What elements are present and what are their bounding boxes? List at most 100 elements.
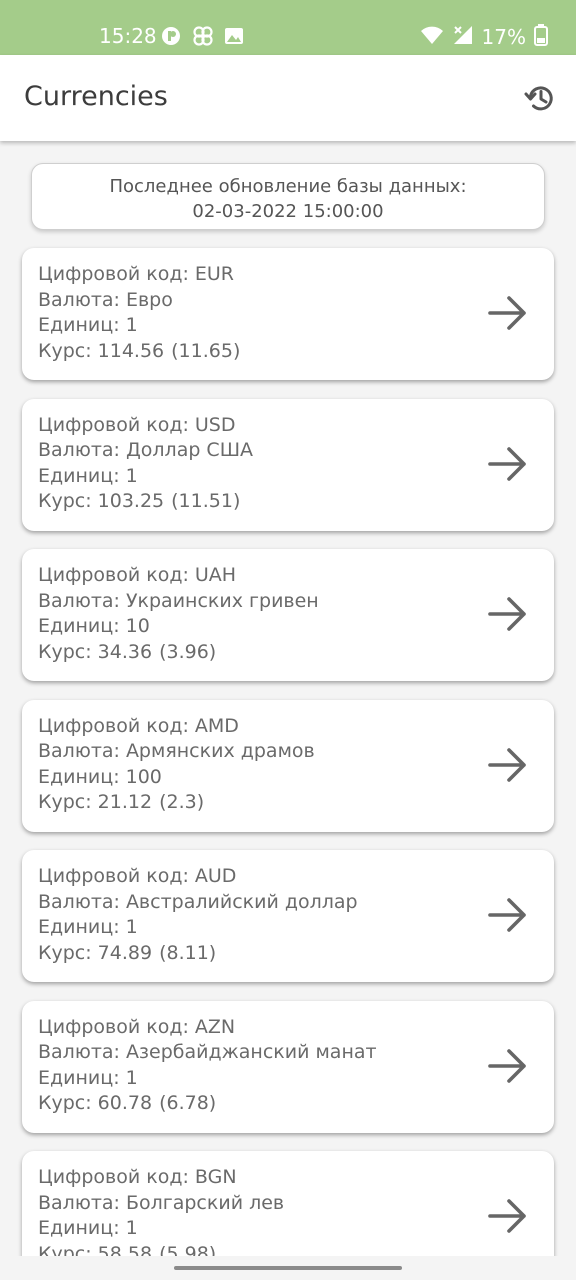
currency-list-container[interactable]: Последнее обновление базы данных: 02-03-… [0,141,576,1256]
currency-card[interactable]: Цифровой код: USD Валюта: Доллар США Единиц:… [22,398,554,531]
currency-name: Евро [125,288,173,311]
currency-card[interactable]: Цифровой код: AUD Валюта: Австралийский дол… [22,850,554,982]
field-label: Цифровой код: [38,714,189,737]
code-line: Цифровой код: AZN [38,1015,554,1041]
currency-units: 10 [125,615,150,637]
field-label: Единиц: [38,916,120,938]
currency-rate-change: (5.98) [159,1242,217,1257]
rate-line: Курс: 114.56 (11.65) [38,339,554,365]
currency-code: UAH [194,564,237,586]
arrow-right-icon[interactable] [486,1044,530,1088]
name-line: Валюта: Доллар США [38,438,554,464]
field-label: Единиц: [38,314,120,336]
currency-units: 1 [125,1217,138,1239]
currency-rate-change: (3.96) [159,640,217,663]
currency-code: AMD [194,714,239,737]
currency-code: EUR [194,263,235,285]
name-line: Валюта: Евро [38,288,554,314]
units-line: Единиц: 100 [38,765,554,791]
page-title: Currencies [24,81,168,112]
units-line: Единиц: 1 [38,915,554,941]
app-notification-icon [160,25,182,51]
arrow-right-icon[interactable] [486,743,530,787]
field-label: Валюта: [38,439,120,461]
rate-line: Курс: 103.25 (11.51) [38,489,554,515]
currency-code: AUD [194,865,237,887]
last-update-box: Последнее обновление базы данных: 02-03-… [31,163,545,230]
field-label: Курс: [38,791,92,813]
arrow-right-icon[interactable] [486,893,530,937]
field-label: Цифровой код: [38,263,189,285]
image-icon [224,26,244,50]
currency-rate-change: (11.51) [171,490,241,512]
field-label: Единиц: [38,464,120,487]
currency-units: 100 [125,765,162,788]
status-time: 15:28 [99,24,157,48]
rate-line: Курс: 60.78 (6.78) [38,1091,554,1117]
currency-card[interactable]: Цифровой код: AZN Валюта: Азербайджанский м… [22,1000,554,1133]
field-label: Валюта: [38,1191,120,1214]
currency-code: AZN [194,1015,236,1038]
rate-line: Курс: 21.12 (2.3) [38,790,554,816]
rate-line: Курс: 74.89 (8.11) [38,941,554,967]
code-line: Цифровой код: EUR [38,262,554,288]
battery-icon [534,24,548,50]
field-label: Курс: [38,1092,92,1114]
field-label: Единиц: [38,1066,120,1089]
currency-name: Азербайджанский манат [125,1041,377,1063]
system-icons: 17% [420,24,548,50]
currency-units: 1 [125,464,138,487]
name-line: Валюта: Болгарский лев [38,1191,554,1217]
currency-rate-change: (11.65) [171,339,241,362]
code-line: Цифровой код: AUD [38,864,554,890]
units-line: Единиц: 1 [38,464,554,490]
currency-name: Армянских драмов [125,740,315,762]
code-line: Цифровой код: USD [38,413,554,439]
currency-rate: 21.12 [97,791,153,813]
arrow-right-icon[interactable] [486,442,530,486]
field-label: Курс: [38,490,92,512]
currency-rate-change: (8.11) [159,941,217,964]
currency-rate: 58.58 [97,1242,153,1257]
field-label: Курс: [38,941,92,964]
currency-name: Австралийский доллар [125,890,358,913]
currency-card[interactable]: Цифровой код: EUR Валюта: Евро Единиц: 1 Курс:… [22,248,554,380]
last-update-datetime: 02-03-2022 15:00:00 [192,201,384,222]
last-update-label: Последнее обновление базы данных: [109,176,467,197]
pinwheel-icon [192,25,214,51]
units-line: Единиц: 1 [38,313,554,339]
currency-code: BGN [194,1166,237,1188]
code-line: Цифровой код: BGN [38,1165,554,1191]
history-button[interactable] [524,82,556,114]
arrow-right-icon[interactable] [486,1194,530,1238]
field-label: Курс: [38,1242,92,1257]
units-line: Единиц: 1 [38,1066,554,1092]
currency-card[interactable]: Цифровой код: BGN Валюта: Болгарский лев Еди… [22,1151,554,1256]
currency-name: Болгарский лев [125,1191,285,1214]
field-label: Валюта: [38,1041,120,1063]
arrow-right-icon[interactable] [486,592,530,636]
field-label: Единиц: [38,1217,120,1239]
status-bar: 15:28 17% [0,0,576,55]
field-label: Курс: [38,339,92,362]
rate-line: Курс: 34.36 (3.96) [38,640,554,666]
field-label: Валюта: [38,740,120,762]
field-label: Валюта: [38,288,120,311]
field-label: Цифровой код: [38,564,189,586]
field-label: Цифровой код: [38,1166,189,1188]
currency-card[interactable]: Цифровой код: AMD Валюта: Армянских драмов Е… [22,699,554,832]
currency-card[interactable]: Цифровой код: UAH Валюта: Украинских гривен… [22,549,554,681]
arrow-right-icon[interactable] [486,291,530,335]
rate-line: Курс: 58.58 (5.98) [38,1242,554,1257]
field-label: Валюта: [38,589,120,612]
currency-rate: 114.56 [97,339,165,362]
app-bar: Currencies [0,55,576,141]
name-line: Валюта: Армянских драмов [38,739,554,765]
battery-percent: 17% [481,25,526,49]
gesture-handle[interactable] [174,1266,402,1270]
currency-rate-change: (2.3) [159,791,205,813]
navigation-bar [0,1256,576,1280]
currency-units: 1 [125,314,138,336]
currency-rate-change: (6.78) [159,1092,217,1114]
currency-rate: 74.89 [97,941,153,964]
